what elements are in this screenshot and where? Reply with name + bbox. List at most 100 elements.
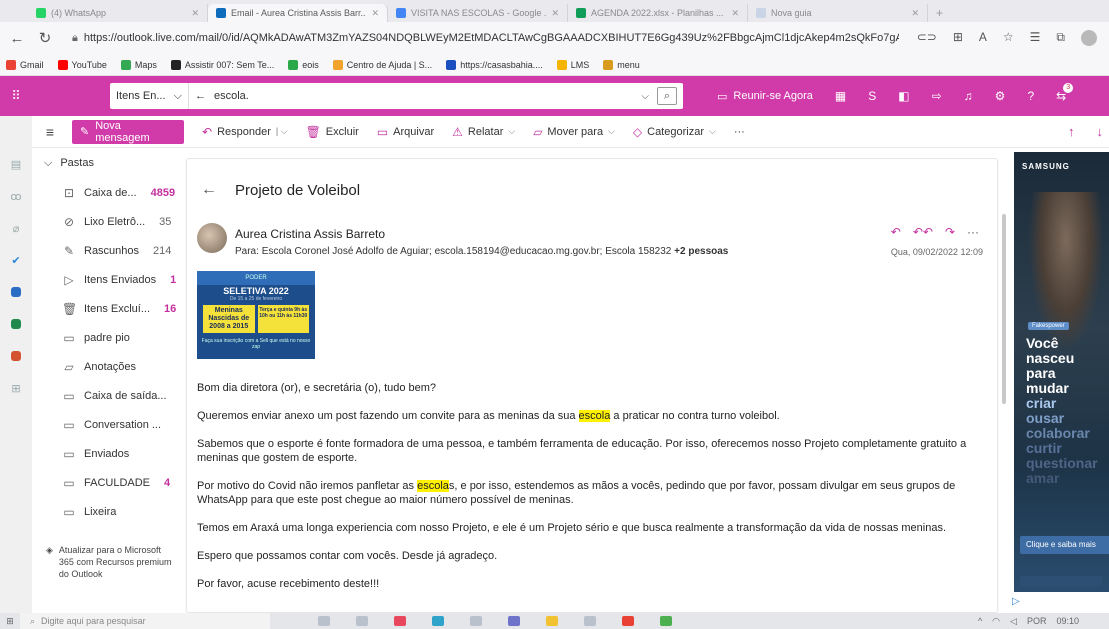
- arrow-up-icon[interactable]: ↑: [1068, 124, 1075, 139]
- hamburger-menu-icon[interactable]: ≡: [32, 124, 68, 140]
- chevron-down-icon[interactable]: | ⌵: [276, 126, 288, 137]
- folder-deleted[interactable]: 🗑︎ Itens Excluí... 16: [32, 294, 186, 323]
- folder-drafts[interactable]: ✎ Rascunhos 214: [32, 236, 186, 265]
- bookmark-eois[interactable]: eois: [288, 59, 319, 70]
- browser-tab-whatsapp[interactable]: (4) WhatsApp ✕: [28, 4, 208, 22]
- reply-button[interactable]: ↶ Responder | ⌵: [202, 125, 288, 139]
- folder-outbox[interactable]: ▭ Caixa de saída...: [32, 381, 186, 410]
- bookmark-casasbahia[interactable]: https://casasbahia....: [446, 59, 543, 70]
- browser-tab-visitas[interactable]: VISITA NAS ESCOLAS - Google ... ✕: [388, 4, 568, 22]
- teams-icon[interactable]: ▦: [835, 89, 846, 103]
- bell-icon[interactable]: ♫: [964, 89, 973, 103]
- bookmark-gmail[interactable]: Gmail: [6, 59, 44, 70]
- folder-junk[interactable]: ⊘ Lixo Eletrô... 35: [32, 207, 186, 236]
- reply-all-icon[interactable]: ↶↶: [913, 225, 933, 239]
- folder-inbox[interactable]: ⊡ Caixa de... 4859: [32, 178, 186, 207]
- calendar-icon[interactable]: ▤: [0, 148, 32, 180]
- ad-banner[interactable]: SAMSUNG Fakespower Você nasceu para muda…: [1014, 152, 1109, 592]
- forward-icon[interactable]: ↷: [945, 225, 955, 239]
- arrow-down-icon[interactable]: ↓: [1097, 124, 1104, 139]
- people-icon[interactable]: ꝏ: [0, 180, 32, 212]
- opera-icon[interactable]: [394, 616, 406, 626]
- avatar[interactable]: [197, 223, 227, 253]
- adchoices-icon[interactable]: ▷: [1012, 596, 1020, 607]
- collections-icon[interactable]: ⧉: [1056, 30, 1065, 46]
- chrome-icon[interactable]: [622, 616, 634, 626]
- url-field[interactable]: 🔒︎ https://outlook.live.com/mail/0/id/AQ…: [64, 26, 907, 50]
- chevron-down-icon[interactable]: ⌵: [641, 91, 649, 102]
- archive-button[interactable]: ▭ Arquivar: [377, 125, 434, 139]
- folder-conversation[interactable]: ▭ Conversation ...: [32, 410, 186, 439]
- skype-icon[interactable]: S: [868, 89, 876, 103]
- folder-notes[interactable]: ▱ Anotações: [32, 352, 186, 381]
- grid-icon[interactable]: ⊞: [953, 30, 963, 46]
- back-arrow-icon[interactable]: ←: [8, 30, 26, 47]
- report-button[interactable]: ⚠ Relatar ⌵: [452, 125, 515, 139]
- word-icon[interactable]: [0, 276, 32, 308]
- read-aloud-icon[interactable]: A: [979, 30, 987, 46]
- back-arrow-icon[interactable]: ←: [195, 90, 206, 102]
- sender-name[interactable]: Aurea Cristina Assis Barreto: [235, 227, 385, 241]
- search-scope-dropdown[interactable]: Itens En... ⌵: [110, 83, 188, 109]
- close-tab-icon[interactable]: ✕: [911, 8, 919, 19]
- more-recipients-link[interactable]: +2 pessoas: [674, 246, 728, 257]
- lock-icon[interactable]: 🔒︎: [72, 32, 78, 45]
- windows-start-icon[interactable]: ⊞: [0, 616, 20, 627]
- browser-tab-agenda[interactable]: AGENDA 2022.xlsx - Planilhas ... ✕: [568, 4, 748, 22]
- favorite-add-icon[interactable]: ☆: [1003, 30, 1014, 46]
- more-apps-icon[interactable]: ⊞: [0, 372, 32, 404]
- browser-tab-email[interactable]: Email - Aurea Cristina Assis Barr... ✕: [208, 4, 388, 22]
- excel-icon[interactable]: [0, 308, 32, 340]
- explorer-icon[interactable]: [546, 616, 558, 626]
- todo-icon[interactable]: ✔: [0, 244, 32, 276]
- bookmark-assistir[interactable]: Assistir 007: Sem Te...: [170, 59, 274, 70]
- close-tab-icon[interactable]: ✕: [731, 8, 739, 19]
- folder-enviados[interactable]: ▭ Enviados: [32, 439, 186, 468]
- task-view-icon[interactable]: [318, 616, 330, 626]
- bookmark-youtube[interactable]: YouTube: [57, 59, 107, 70]
- gear-icon[interactable]: ⚙: [995, 89, 1006, 103]
- favorites-icon[interactable]: ☰: [1030, 30, 1041, 46]
- store-icon[interactable]: [470, 616, 482, 626]
- attach-icon[interactable]: ⌀: [0, 212, 32, 244]
- app-icon[interactable]: [660, 616, 672, 626]
- network-icon[interactable]: ◠: [992, 616, 1000, 627]
- folder-padre-pio[interactable]: ▭ padre pio: [32, 323, 186, 352]
- close-tab-icon[interactable]: ✕: [191, 8, 199, 19]
- new-tab-button[interactable]: +: [936, 4, 943, 22]
- folder-faculdade[interactable]: ▭ FACULDADE 4: [32, 468, 186, 497]
- edge-icon[interactable]: [432, 616, 444, 626]
- folders-header[interactable]: ⌵ Pastas: [32, 148, 186, 178]
- attached-poster-image[interactable]: PODER SELETIVA 2022 De 15 a 25 de fevere…: [197, 271, 315, 359]
- link-icon[interactable]: ⊂⊃: [917, 30, 937, 46]
- whats-new-icon[interactable]: ⇆ 3: [1056, 83, 1074, 103]
- bookmark-lms[interactable]: LMS: [556, 59, 589, 70]
- widgets-icon[interactable]: [356, 616, 368, 626]
- close-tab-icon[interactable]: ✕: [551, 8, 559, 19]
- close-tab-icon[interactable]: ✕: [371, 8, 379, 19]
- feedback-icon[interactable]: ⇨: [932, 89, 942, 103]
- ad-cta-button[interactable]: Clique e saiba mais: [1020, 536, 1109, 554]
- taskbar-search[interactable]: ⌕ Digite aqui para pesquisar: [20, 613, 270, 629]
- app-launcher-icon[interactable]: ⠿: [0, 88, 32, 104]
- reload-icon[interactable]: ↻: [36, 29, 54, 47]
- delete-button[interactable]: 🗑︎ Excluir: [306, 125, 359, 139]
- powerpoint-icon[interactable]: [0, 340, 32, 372]
- back-arrow-icon[interactable]: ←: [201, 181, 217, 199]
- folder-sent[interactable]: ▷ Itens Enviados 1: [32, 265, 186, 294]
- browser-tab-new[interactable]: Nova guia ✕: [748, 4, 928, 22]
- search-icon[interactable]: ⌕: [657, 87, 677, 105]
- bookmark-maps[interactable]: Maps: [120, 59, 157, 70]
- bookmark-menu[interactable]: menu: [603, 59, 640, 70]
- app-icon[interactable]: [584, 616, 596, 626]
- folder-lixeira[interactable]: ▭ Lixeira: [32, 497, 186, 526]
- more-actions-button[interactable]: ···: [734, 126, 745, 138]
- volume-icon[interactable]: ◁: [1010, 616, 1017, 627]
- more-options-icon[interactable]: ···: [967, 225, 979, 239]
- categorize-button[interactable]: ◇ Categorizar ⌵: [633, 125, 716, 139]
- office-icon[interactable]: ◧: [898, 89, 909, 103]
- scrollbar-thumb[interactable]: [1002, 214, 1006, 404]
- help-icon[interactable]: ?: [1027, 89, 1034, 103]
- upgrade-link[interactable]: ◈ Atualizar para o Microsoft 365 com Recu…: [46, 544, 176, 580]
- teams-icon[interactable]: [508, 616, 520, 626]
